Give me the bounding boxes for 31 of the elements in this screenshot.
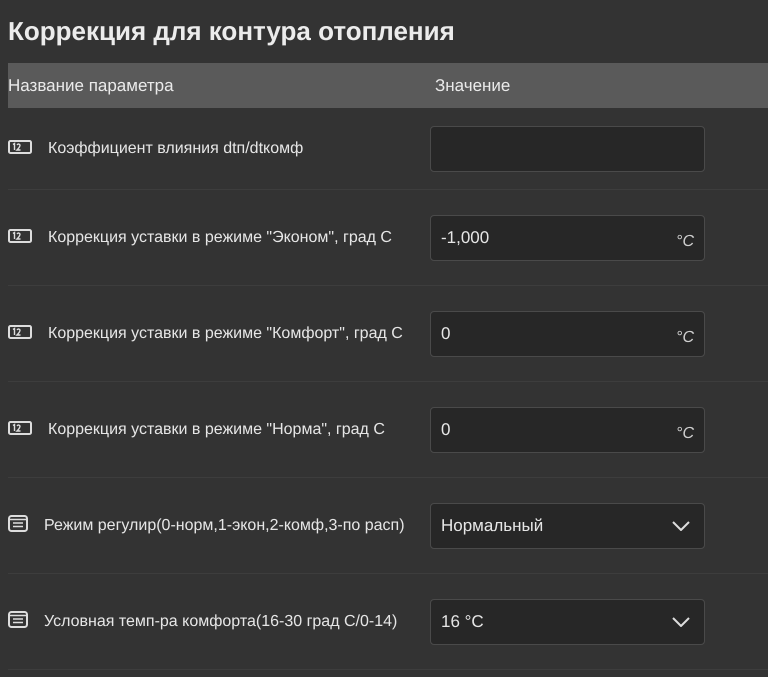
number-field[interactable]: 0 °C	[430, 406, 705, 452]
chevron-down-icon	[672, 520, 690, 530]
chevron-down-icon	[672, 616, 690, 626]
numeric-field-icon	[8, 420, 32, 434]
dropdown[interactable]: 16 °C	[430, 598, 705, 644]
numeric-field-icon	[8, 228, 32, 242]
parameter-label: Коррекция уставки в режиме "Норма", град С	[48, 420, 385, 438]
dropdown-value: Нормальный	[441, 514, 544, 537]
number-field[interactable]: 0 °C	[430, 310, 705, 356]
numeric-field-icon	[8, 140, 32, 154]
unit-label: °C	[676, 328, 694, 348]
field-value: -1,000	[441, 226, 490, 249]
parameter-label: Режим регулир(0-норм,1-экон,2-комф,3-по расп)	[44, 516, 405, 534]
column-header: Название параметра	[8, 74, 175, 97]
unit-label: °C	[676, 424, 694, 444]
dropdown[interactable]: Нормальный	[430, 502, 705, 548]
list-field-icon	[8, 610, 28, 628]
page-title: Коррекция для контура отопления	[7, 15, 456, 48]
unit-label: °C	[676, 232, 694, 252]
number-field[interactable]	[430, 126, 705, 172]
field-value: 0	[441, 322, 450, 345]
field-value: 0	[441, 418, 450, 441]
list-field-icon	[8, 514, 28, 532]
dropdown-value: 16 °C	[441, 610, 484, 633]
number-field[interactable]: -1,000 °C	[430, 214, 705, 260]
parameter-label: Коррекция уставки в режиме "Эконом", град С	[48, 228, 392, 246]
parameter-label: Коррекция уставки в режиме "Комфорт", град С	[48, 324, 403, 342]
column-header: Значение	[435, 74, 510, 97]
numeric-field-icon	[8, 324, 32, 338]
parameter-label: Условная темп-ра комфорта(16-30 град С/0-14)	[44, 612, 398, 630]
parameter-label: Коэффициент влияния dtп/dtкомф	[48, 140, 304, 156]
